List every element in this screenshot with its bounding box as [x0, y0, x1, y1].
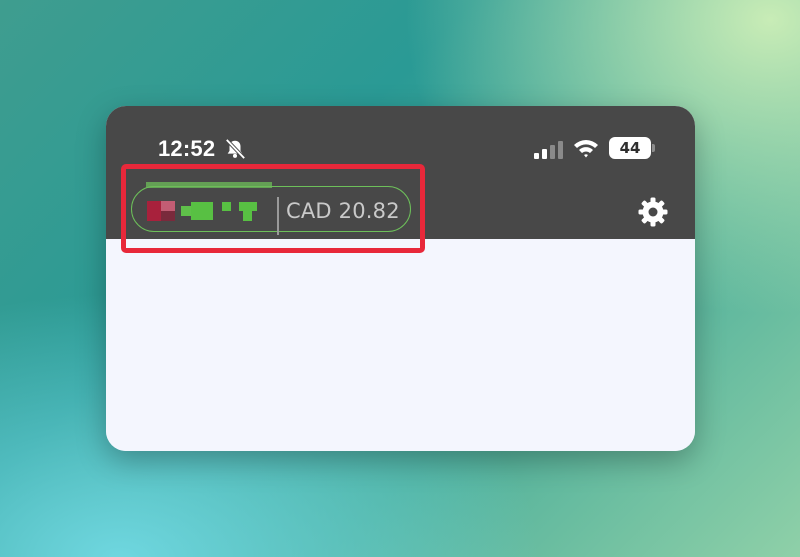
wifi-icon: [574, 140, 598, 158]
battery-indicator: 44: [609, 137, 655, 159]
battery-level: 44: [619, 139, 641, 157]
battery-body: 44: [609, 137, 651, 159]
battery-tip: [652, 144, 655, 152]
status-time: 12:52: [158, 136, 216, 161]
gear-icon[interactable]: [637, 196, 669, 228]
content-area: [106, 239, 695, 451]
signal-icon: [534, 141, 563, 159]
highlight-annotation: [121, 164, 425, 253]
app-window: 12:52 44 CAD 20.82: [106, 106, 695, 451]
bell-off-icon: [225, 138, 246, 160]
desktop-background: { "status_bar": { "time": "12:52", "sile…: [0, 0, 800, 557]
